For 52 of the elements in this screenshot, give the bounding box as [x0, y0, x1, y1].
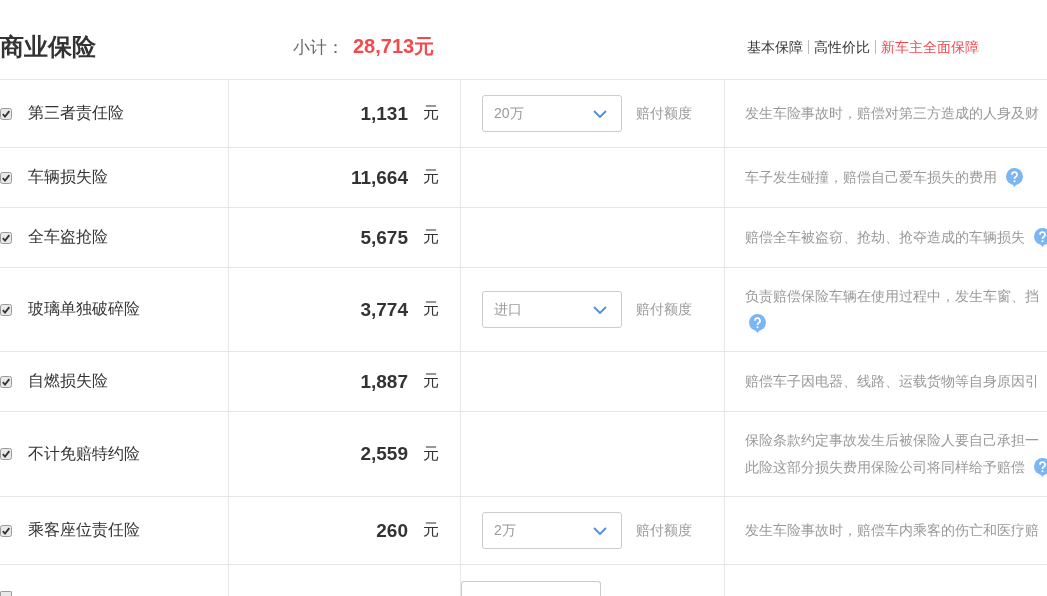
coverage-description: 发生车险事故时，赔偿车内乘客的伤亡和医疗赔 [745, 521, 1039, 540]
currency-unit: 元 [423, 520, 439, 540]
checkbox[interactable] [0, 524, 12, 537]
insurance-name: 乘客座位责任险 [28, 520, 140, 540]
coverage-select[interactable]: 进口 [482, 291, 622, 328]
coverage-description: 赔偿全车被盗窃、抢劫、抢夺造成的车辆损失 [745, 228, 1025, 247]
currency-unit: 元 [423, 227, 439, 247]
insurance-name: 不计免赔特约险 [28, 443, 140, 464]
currency-unit: 元 [423, 371, 439, 391]
currency-unit: 元 [423, 103, 439, 123]
coverage-select[interactable]: 20万 [482, 95, 622, 132]
chevron-down-icon [593, 305, 607, 314]
coverage-description: 负责赔偿保险车辆在使用过程中，发生车窗、挡 [745, 287, 1039, 306]
plan-link[interactable]: 高性价比 [808, 39, 875, 54]
coverage-select[interactable]: 2万 [482, 512, 622, 549]
plan-link[interactable]: 基本保障 [747, 39, 808, 54]
premium-amount: 2,559 [360, 443, 408, 465]
section-title: 商业保险 [0, 31, 96, 62]
insurance-name: 车辆损失险 [28, 167, 108, 187]
coverage-description: 车子发生碰撞，赔偿自己爱车损失的费用 [745, 168, 997, 187]
premium-amount: 3,774 [360, 298, 408, 321]
checkbox[interactable] [0, 231, 12, 244]
plan-link[interactable]: 新车主全面保障 [875, 39, 979, 54]
coverage-label: 赔付额度 [636, 104, 692, 123]
chevron-down-icon [593, 526, 607, 535]
chevron-down-icon [593, 109, 607, 118]
coverage-description: 保险条款约定事故发生后被保险人要自己承担一 [745, 431, 1039, 450]
insurance-name: 自燃损失险 [28, 371, 108, 391]
checkbox[interactable] [0, 107, 12, 120]
insurance-name: 全车盗抢险 [28, 227, 108, 247]
checkbox[interactable] [0, 171, 12, 184]
insurance-name: 第三者责任险 [28, 103, 124, 123]
checkbox[interactable] [0, 375, 12, 388]
coverage-description: 此险这部分损失费用保险公司将同样给予赔偿 [745, 458, 1025, 477]
currency-unit: 元 [423, 443, 439, 464]
checkbox[interactable] [0, 591, 12, 596]
checkbox[interactable] [0, 448, 12, 460]
premium-amount: 5,675 [360, 226, 408, 249]
premium-amount: 260 [376, 519, 408, 542]
currency-unit: 元 [423, 299, 439, 319]
insurance-name: 玻璃单独破碎险 [28, 299, 140, 319]
coverage-label: 赔付额度 [636, 300, 692, 319]
currency-unit: 元 [423, 167, 439, 187]
premium-amount: 1,887 [360, 370, 408, 393]
subtotal-amount: 28,713元 [353, 34, 435, 59]
coverage-label: 赔付额度 [636, 521, 692, 540]
premium-amount: 11,664 [350, 166, 408, 189]
checkbox[interactable] [0, 303, 12, 316]
subtotal-label: 小计： [293, 37, 344, 59]
premium-amount: 1,131 [360, 102, 408, 125]
coverage-description: 发生车险事故时，赔偿对第三方造成的人身及财 [745, 104, 1039, 123]
coverage-description: 赔偿车子因电器、线路、运载货物等自身原因引 [745, 372, 1039, 391]
